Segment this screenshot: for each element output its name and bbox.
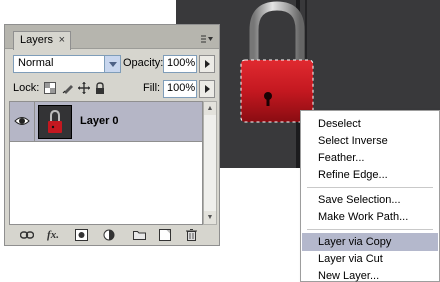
divider xyxy=(34,102,35,142)
eye-icon[interactable] xyxy=(14,114,30,128)
layers-panel: Layers × Normal Opacity: 100% Lock: Fill… xyxy=(4,24,220,246)
menu-item-make-work-path[interactable]: Make Work Path... xyxy=(302,208,438,226)
tab-layers[interactable]: Layers × xyxy=(13,31,71,50)
panel-menu-icon[interactable] xyxy=(201,35,213,43)
fx-icon[interactable]: fx. xyxy=(45,228,61,242)
layer-mask-icon[interactable] xyxy=(73,228,89,242)
menu-item-new-layer[interactable]: New Layer... xyxy=(302,267,438,282)
layer-list-scrollbar[interactable]: ▲ ▼ xyxy=(203,101,217,225)
new-layer-icon[interactable] xyxy=(157,228,173,242)
chevron-right-icon xyxy=(204,60,210,68)
layer-row[interactable]: Layer 0 xyxy=(10,102,202,142)
layer-list: Layer 0 xyxy=(9,101,203,225)
padlock-thumbnail-icon xyxy=(39,106,71,138)
adjustment-layer-icon[interactable] xyxy=(101,228,117,242)
menu-item-layer-via-cut[interactable]: Layer via Cut xyxy=(302,250,438,268)
trash-icon[interactable] xyxy=(183,228,199,242)
menu-item-select-inverse[interactable]: Select Inverse xyxy=(302,132,438,150)
close-icon[interactable]: × xyxy=(59,34,65,46)
lock-image-pixels-icon[interactable] xyxy=(61,81,74,94)
fill-input[interactable]: 100% xyxy=(163,80,197,98)
chevron-down-icon[interactable] xyxy=(104,56,120,72)
lock-all-icon[interactable] xyxy=(93,81,106,94)
blend-mode-select[interactable]: Normal xyxy=(13,55,121,73)
menu-separator xyxy=(307,187,433,188)
lock-label: Lock: xyxy=(13,82,40,94)
blend-mode-value: Normal xyxy=(18,57,54,69)
panel-tabbar: Layers × xyxy=(5,25,219,50)
panel-footer: fx. xyxy=(5,225,219,245)
lock-row: Lock: Fill: 100% xyxy=(5,77,219,99)
layer-name[interactable]: Layer 0 xyxy=(80,115,119,127)
layer-thumbnail[interactable] xyxy=(38,105,72,139)
opacity-input[interactable]: 100% xyxy=(163,55,197,73)
menu-item-refine-edge[interactable]: Refine Edge... xyxy=(302,166,438,184)
opacity-label: Opacity: xyxy=(123,57,164,69)
tab-label: Layers xyxy=(20,34,54,46)
group-folder-icon[interactable] xyxy=(131,228,147,242)
fill-label: Fill: xyxy=(143,82,161,94)
fill-slider-button[interactable] xyxy=(199,80,215,98)
menu-separator xyxy=(307,229,433,230)
scroll-down-icon[interactable]: ▼ xyxy=(204,211,216,224)
link-layers-icon[interactable] xyxy=(19,228,35,242)
menu-item-deselect[interactable]: Deselect xyxy=(302,115,438,133)
lock-transparent-pixels-icon[interactable] xyxy=(43,81,56,94)
context-menu: Deselect Select Inverse Feather... Refin… xyxy=(300,110,440,282)
lock-position-icon[interactable] xyxy=(77,81,90,94)
scroll-up-icon[interactable]: ▲ xyxy=(204,102,216,115)
menu-item-feather[interactable]: Feather... xyxy=(302,149,438,167)
opacity-slider-button[interactable] xyxy=(199,55,215,73)
chevron-right-icon xyxy=(204,85,210,93)
menu-item-layer-via-copy[interactable]: Layer via Copy xyxy=(302,233,438,251)
menu-item-save-selection[interactable]: Save Selection... xyxy=(302,191,438,209)
